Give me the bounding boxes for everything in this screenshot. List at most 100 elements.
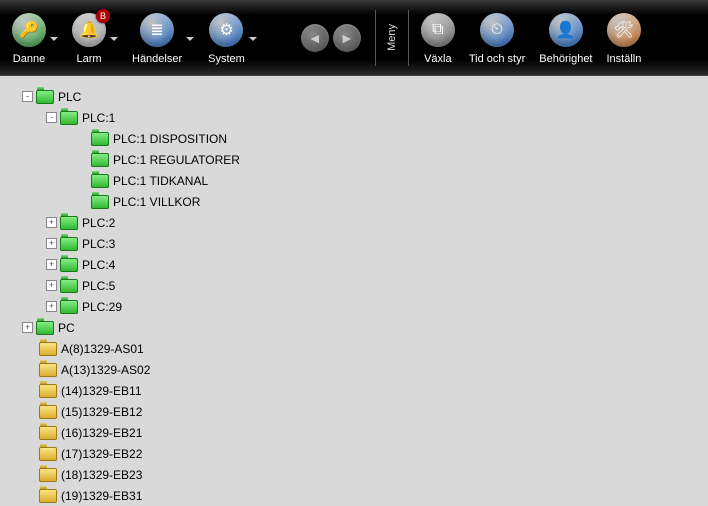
badge: B	[96, 9, 110, 23]
nav-forward-button[interactable]: ►	[333, 24, 361, 52]
folder-icon	[39, 405, 57, 419]
danne-button[interactable]: 🔑Danne	[6, 9, 52, 67]
expand-icon[interactable]: +	[46, 217, 57, 228]
expand-icon[interactable]: +	[46, 301, 57, 312]
tree-node-label: A(13)1329-AS02	[61, 363, 150, 377]
main-toolbar: 🔑Danne 🔔B Larm ≣ Händelser ⚙System ◄ ► Meny ⧉…	[0, 0, 708, 76]
folder-icon	[91, 174, 109, 188]
tree-node-label: (14)1329-EB11	[61, 384, 142, 398]
tree-node-label: PC	[58, 321, 75, 335]
tree-node[interactable]: A(13)1329-AS02	[8, 359, 700, 380]
dropdown-arrow-icon[interactable]	[249, 37, 257, 41]
folder-icon	[39, 489, 57, 503]
tree-node[interactable]: A(8)1329-AS01	[8, 338, 700, 359]
tree-connector	[22, 343, 36, 354]
tree-node[interactable]: PLC:1 REGULATORER	[8, 149, 700, 170]
behorighet-button[interactable]: 👤 Behörighet	[533, 9, 598, 67]
expand-icon[interactable]: +	[46, 238, 57, 249]
tree-node-label: PLC	[58, 90, 81, 104]
folder-icon	[36, 321, 54, 335]
folder-icon	[91, 195, 109, 209]
handelser-label: Händelser	[132, 53, 182, 65]
tree-connector	[22, 427, 36, 438]
tree-connector	[22, 406, 36, 417]
folder-icon	[91, 132, 109, 146]
dropdown-arrow-icon[interactable]	[50, 37, 58, 41]
tree-node[interactable]: (17)1329-EB22	[8, 443, 700, 464]
dropdown-arrow-icon[interactable]	[110, 37, 118, 41]
tree-node-label: (16)1329-EB21	[61, 426, 142, 440]
tree-connector	[74, 175, 88, 186]
tree-node-label: PLC:5	[82, 279, 115, 293]
tree-node[interactable]: + PLC:5	[8, 275, 700, 296]
tree-node[interactable]: - PLC:1	[8, 107, 700, 128]
tree-node-label: (19)1329-EB31	[61, 489, 142, 503]
folder-icon	[60, 237, 78, 251]
folder-icon	[39, 384, 57, 398]
tree-node[interactable]: + PLC:3	[8, 233, 700, 254]
meny-button[interactable]: Meny	[382, 24, 402, 51]
folder-icon	[39, 363, 57, 377]
tree-node-label: PLC:1 DISPOSITION	[113, 132, 227, 146]
folder-icon	[60, 279, 78, 293]
behorighet-icon: 👤	[549, 13, 583, 47]
tree-connector	[22, 385, 36, 396]
tree-node-label: PLC:1 REGULATORER	[113, 153, 240, 167]
larm-label: Larm	[76, 53, 101, 65]
tree-node[interactable]: (19)1329-EB31	[8, 485, 700, 506]
collapse-icon[interactable]: -	[22, 91, 33, 102]
folder-icon	[39, 447, 57, 461]
system-icon: ⚙	[209, 13, 243, 47]
toolbar-left-group: 🔑Danne 🔔B Larm ≣ Händelser ⚙System	[6, 9, 265, 67]
folder-icon	[91, 153, 109, 167]
system-button[interactable]: ⚙System	[202, 9, 251, 67]
tree-node[interactable]: (14)1329-EB11	[8, 380, 700, 401]
tree-connector	[22, 490, 36, 501]
expand-icon[interactable]: +	[22, 322, 33, 333]
tree-node[interactable]: +PLC:4	[8, 254, 700, 275]
toolbar-separator	[408, 10, 409, 66]
folder-icon	[39, 468, 57, 482]
tid-och-styr-button[interactable]: ⏲Tid och styr	[463, 9, 531, 67]
tree-node-label: PLC:29	[82, 300, 122, 314]
tree-connector	[74, 196, 88, 207]
larm-icon: 🔔B	[72, 13, 106, 47]
folder-icon	[60, 258, 78, 272]
tree-node-label: PLC:3	[82, 237, 115, 251]
collapse-icon[interactable]: -	[46, 112, 57, 123]
tid-och-styr-label: Tid och styr	[469, 53, 525, 65]
tree-node[interactable]: PLC:1 VILLKOR	[8, 191, 700, 212]
tree-node[interactable]: - PLC	[8, 86, 700, 107]
tree-node[interactable]: PLC:1 TIDKANAL	[8, 170, 700, 191]
handelser-button[interactable]: ≣ Händelser	[126, 9, 188, 67]
tree-node[interactable]: (15)1329-EB12	[8, 401, 700, 422]
folder-icon	[36, 90, 54, 104]
folder-icon	[39, 426, 57, 440]
dropdown-arrow-icon[interactable]	[186, 37, 194, 41]
tree-node[interactable]: + PLC:29	[8, 296, 700, 317]
behorighet-label: Behörighet	[539, 53, 592, 65]
vaxla-label: Växla	[424, 53, 452, 65]
nav-tree[interactable]: -PLC-PLC:1PLC:1 DISPOSITIONPLC:1 REGULAT…	[0, 76, 708, 506]
tree-connector	[74, 133, 88, 144]
expand-icon[interactable]: +	[46, 259, 57, 270]
tree-node-label: PLC:1	[82, 111, 115, 125]
installn-icon: 🛠	[607, 13, 641, 47]
expand-icon[interactable]: +	[46, 280, 57, 291]
tree-node-label: PLC:1 VILLKOR	[113, 195, 200, 209]
tree-node-label: (17)1329-EB22	[61, 447, 142, 461]
tree-node[interactable]: (16)1329-EB21	[8, 422, 700, 443]
folder-icon	[60, 300, 78, 314]
nav-back-button[interactable]: ◄	[301, 24, 329, 52]
tree-connector	[74, 154, 88, 165]
tree-node[interactable]: + PC	[8, 317, 700, 338]
installn-button[interactable]: 🛠 Inställn	[601, 9, 648, 67]
vaxla-button[interactable]: ⧉Växla	[415, 9, 461, 67]
nav-arrows: ◄ ►	[293, 24, 369, 52]
tree-node[interactable]: (18)1329-EB23	[8, 464, 700, 485]
handelser-icon: ≣	[140, 13, 174, 47]
installn-label: Inställn	[607, 53, 642, 65]
tree-node[interactable]: PLC:1 DISPOSITION	[8, 128, 700, 149]
larm-button[interactable]: 🔔B Larm	[66, 9, 112, 67]
tree-node[interactable]: +PLC:2	[8, 212, 700, 233]
